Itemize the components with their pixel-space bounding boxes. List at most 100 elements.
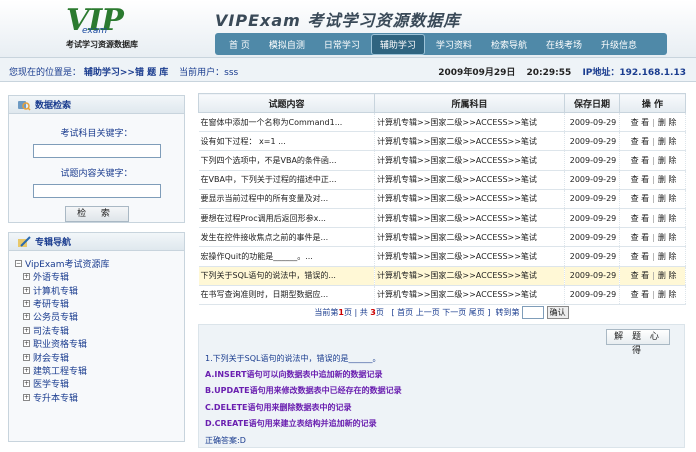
row-subject: 计算机专辑>>国家二级>>ACCESS>>笔试 — [374, 227, 565, 248]
delete-link[interactable]: 删 除 — [658, 214, 677, 223]
view-link[interactable]: 查 看 — [631, 214, 650, 223]
content-keyword-label: 试题内容关键字： — [60, 169, 133, 179]
tree-item-label: 职业资格专辑 — [33, 340, 88, 351]
row-content[interactable]: 在书写查询准则时，日期型数据应... — [198, 285, 375, 305]
row-content[interactable]: 发生在控件接收焦点之前的事件是... — [198, 227, 375, 248]
nav-online-exam[interactable]: 在线考场 — [538, 35, 590, 54]
table-row[interactable]: 下列关于SQL语句的说法中，错误的... 计算机专辑>>国家二级>>ACCESS>… — [198, 266, 686, 286]
expand-icon[interactable]: + — [23, 313, 30, 321]
table-row[interactable]: 发生在控件接收焦点之前的事件是... 计算机专辑>>国家二级>>ACCESS>>笔… — [198, 227, 686, 248]
view-link[interactable]: 查 看 — [631, 118, 650, 127]
view-link[interactable]: 查 看 — [631, 137, 650, 146]
row-ops: 查 看 | 删 除 — [619, 150, 686, 171]
row-content[interactable]: 要想在过程Proc调用后返回形参x... — [198, 208, 375, 229]
current-time: 20:29:55 — [526, 68, 572, 78]
view-link[interactable]: 查 看 — [631, 271, 650, 280]
view-link[interactable]: 查 看 — [631, 156, 650, 165]
page-jump-input[interactable] — [522, 306, 545, 319]
pager: 当前第1页 | 共 3页 [ 首页 上一页 下一页 尾页 ] 转到第 确认 — [198, 306, 685, 324]
expand-icon[interactable]: + — [23, 299, 30, 307]
row-content[interactable]: 在窗体中添加一个名称为Command1... — [198, 112, 375, 133]
op-separator: | — [652, 117, 655, 127]
row-content[interactable]: 下列四个选项中，不是VBA的条件函... — [198, 150, 375, 171]
expand-icon[interactable]: + — [23, 393, 30, 401]
row-content[interactable]: 设有如下过程： x=1 ... — [198, 131, 375, 152]
view-link[interactable]: 查 看 — [631, 290, 650, 299]
row-date: 2009-09-29 — [564, 266, 620, 286]
row-date: 2009-09-29 — [564, 189, 620, 209]
row-content[interactable]: 下列关于SQL语句的说法中，错误的... — [198, 266, 375, 286]
view-link[interactable]: 查 看 — [631, 194, 650, 203]
tree-item[interactable]: + 医学专辑 — [15, 377, 184, 390]
delete-link[interactable]: 删 除 — [658, 194, 677, 203]
tree-root[interactable]: − VipExam考试资源库 — [15, 257, 184, 270]
tree-item[interactable]: + 公务员专辑 — [15, 310, 184, 323]
delete-link[interactable]: 删 除 — [658, 290, 677, 299]
question-list: 试题内容 所属科目 保存日期 操 作 在窗体中添加一个名称为Command1..… — [198, 93, 686, 305]
table-row[interactable]: 要想在过程Proc调用后返回形参x... 计算机专辑>>国家二级>>ACCESS>… — [198, 208, 686, 229]
subject-keyword-input[interactable] — [32, 144, 161, 158]
table-row[interactable]: 在VBA中，下列关于过程的描述中正... 计算机专辑>>国家二级>>ACCESS>… — [198, 170, 686, 190]
table-row[interactable]: 要显示当前过程中的所有变量及对... 计算机专辑>>国家二级>>ACCESS>>笔… — [198, 189, 686, 209]
delete-link[interactable]: 删 除 — [658, 175, 677, 184]
delete-link[interactable]: 删 除 — [658, 156, 677, 165]
album-nav-header: 专辑导航 — [9, 233, 184, 251]
expand-icon[interactable]: + — [23, 340, 30, 348]
delete-link[interactable]: 删 除 — [658, 252, 677, 261]
row-content[interactable]: 宏操作Quit的功能是______。... — [198, 246, 375, 267]
tree-item[interactable]: + 司法专辑 — [15, 324, 184, 337]
view-link[interactable]: 查 看 — [631, 175, 650, 184]
tree-item[interactable]: + 外语专辑 — [15, 270, 184, 283]
option-b: B.UPDATE语句用来修改数据表中已经存在的数据记录 — [205, 386, 402, 395]
expand-icon[interactable]: + — [23, 326, 30, 334]
expand-icon[interactable]: + — [23, 353, 30, 361]
logo-subtitle: 考试学习资源数据库 — [66, 40, 138, 49]
expand-icon[interactable]: + — [23, 286, 30, 294]
confirm-button[interactable]: 确认 — [546, 306, 569, 319]
nav-assist-study[interactable]: 辅助学习 — [370, 33, 425, 55]
table-row[interactable]: 设有如下过程： x=1 ... 计算机专辑>>国家二级>>ACCESS>>笔试 20… — [198, 131, 686, 152]
table-row[interactable]: 在窗体中添加一个名称为Command1... 计算机专辑>>国家二级>>ACCES… — [198, 112, 686, 133]
pager-links[interactable]: [ 首页 上一页 下一页 尾页 ] — [391, 308, 490, 317]
collapse-icon[interactable]: − — [15, 260, 22, 267]
delete-link[interactable]: 删 除 — [658, 118, 677, 127]
tree-item[interactable]: + 计算机专辑 — [15, 283, 184, 297]
option-c: C.DELETE语句用来删除数据表中的记录 — [205, 403, 352, 412]
tree-item[interactable]: + 考研专辑 — [15, 297, 184, 310]
nav-materials[interactable]: 学习资料 — [428, 35, 480, 54]
col-content: 试题内容 — [198, 93, 375, 113]
search-button[interactable]: 检 索 — [64, 206, 129, 222]
tree-item-label: 计算机专辑 — [33, 286, 79, 297]
view-link[interactable]: 查 看 — [631, 252, 650, 261]
row-ops: 查 看 | 删 除 — [619, 266, 686, 286]
col-ops: 操 作 — [619, 93, 686, 113]
solution-notes-button[interactable]: 解 题 心 得 — [606, 329, 670, 356]
delete-link[interactable]: 删 除 — [658, 233, 677, 242]
delete-link[interactable]: 删 除 — [658, 137, 677, 146]
expand-icon[interactable]: + — [23, 380, 30, 388]
vipexam-logo[interactable]: VIP exam 考试学习资源数据库 — [66, 6, 150, 50]
tree-item[interactable]: + 职业资格专辑 — [15, 337, 184, 350]
table-row[interactable]: 宏操作Quit的功能是______。... 计算机专辑>>国家二级>>ACCESS… — [198, 246, 686, 267]
tree-item[interactable]: + 专升本专辑 — [15, 391, 184, 404]
nav-home[interactable]: 首 页 — [221, 35, 258, 54]
nav-upgrade[interactable]: 升级信息 — [593, 35, 645, 54]
tree-item[interactable]: + 财会专辑 — [15, 350, 184, 364]
content-keyword-input[interactable] — [32, 184, 161, 198]
row-content[interactable]: 要显示当前过程中的所有变量及对... — [198, 189, 375, 209]
correct-answer: 正确答案:D — [205, 436, 246, 445]
expand-icon[interactable]: + — [23, 366, 30, 374]
tree-item[interactable]: + 建筑工程专辑 — [15, 364, 184, 377]
nav-daily-study[interactable]: 日常学习 — [316, 35, 368, 54]
row-date: 2009-09-29 — [564, 246, 620, 267]
nav-self-test[interactable]: 模拟自测 — [261, 35, 313, 54]
delete-link[interactable]: 删 除 — [658, 271, 677, 280]
view-link[interactable]: 查 看 — [631, 233, 650, 242]
nav-search[interactable]: 检索导航 — [483, 35, 535, 54]
table-row[interactable]: 在书写查询准则时，日期型数据应... 计算机专辑>>国家二级>>ACCESS>>笔… — [198, 285, 686, 305]
table-row[interactable]: 下列四个选项中，不是VBA的条件函... 计算机专辑>>国家二级>>ACCESS>… — [198, 150, 686, 171]
tree-item-label: 公务员专辑 — [33, 313, 79, 324]
row-content[interactable]: 在VBA中，下列关于过程的描述中正... — [198, 170, 375, 190]
subject-keyword-label: 考试科目关键字： — [60, 129, 133, 139]
expand-icon[interactable]: + — [23, 273, 30, 281]
